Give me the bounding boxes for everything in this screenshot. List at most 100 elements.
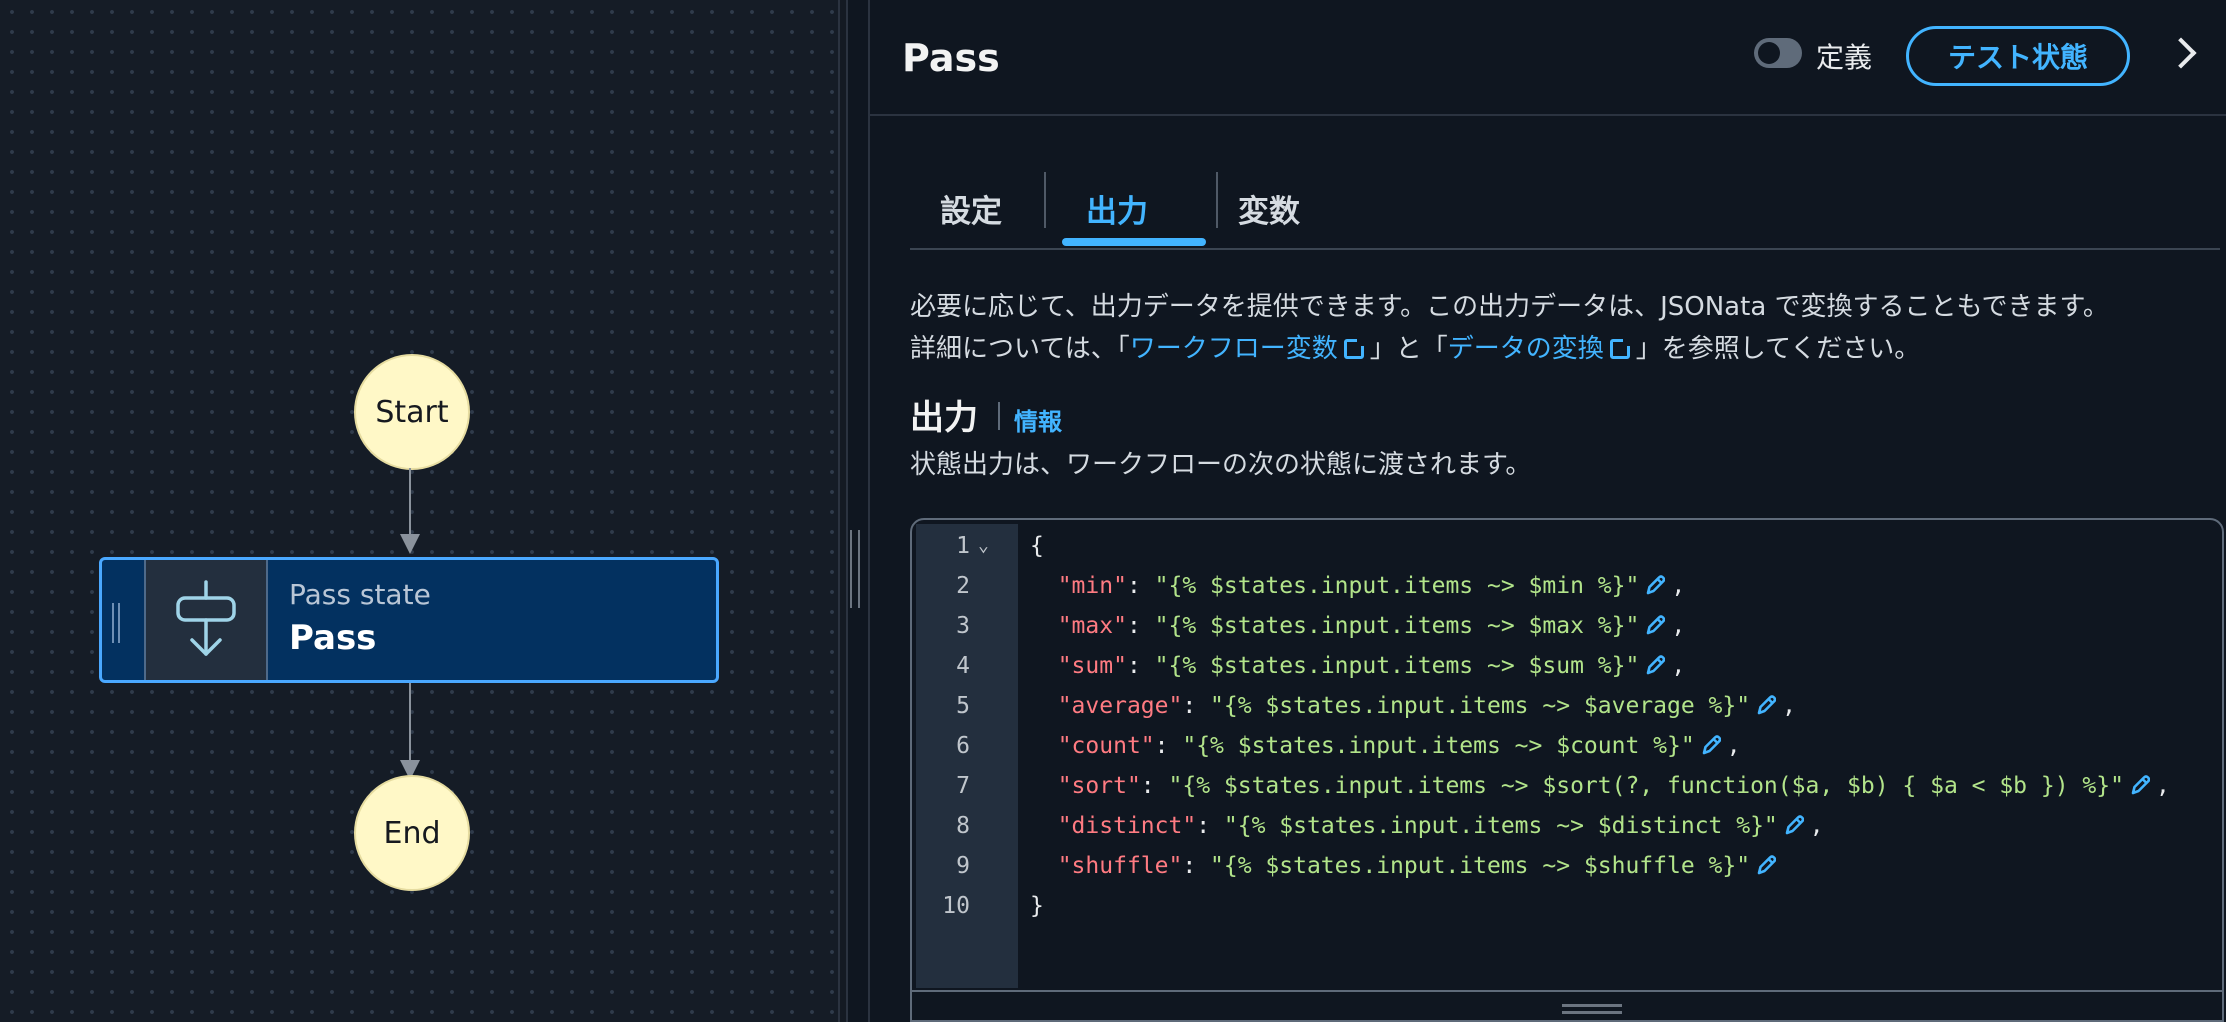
data-transform-link[interactable]: データの変換 bbox=[1448, 334, 1604, 364]
output-section-title: 出力 bbox=[910, 398, 978, 438]
toggle-knob bbox=[1758, 42, 1780, 64]
json-value: "{% $states.input.items ~> $count %}" bbox=[1182, 733, 1695, 759]
description-suffix: 」を参照してください。 bbox=[1635, 334, 1921, 364]
code-line: 4 "sum": "{% $states.input.items ~> $sum… bbox=[912, 646, 2222, 686]
pencil-icon[interactable] bbox=[1784, 809, 1805, 835]
chevron-right-icon[interactable] bbox=[2165, 37, 2197, 69]
json-comma: , bbox=[1671, 653, 1686, 679]
line-number: 4 bbox=[956, 653, 970, 679]
external-link-icon bbox=[1609, 338, 1631, 359]
line-number: 5 bbox=[956, 693, 970, 719]
output-code-editor[interactable]: 1 ⌄ {2 "min": "{% $states.input.items ~> $… bbox=[910, 518, 2224, 1022]
pass-state-node[interactable]: Pass state Pass bbox=[99, 557, 719, 683]
description-prefix: 詳細については、「 bbox=[910, 334, 1130, 364]
pencil-icon[interactable] bbox=[1701, 729, 1721, 755]
line-number: 3 bbox=[956, 613, 970, 639]
json-value: "{% $states.input.items ~> $shuffle %}" bbox=[1210, 853, 1751, 879]
json-key: "distinct" bbox=[1057, 813, 1197, 839]
drag-handle[interactable] bbox=[112, 603, 120, 643]
json-comma: , bbox=[1782, 693, 1796, 719]
open-brace: { bbox=[1030, 533, 1044, 559]
code-content: "sort": "{% $states.input.items ~> $sort… bbox=[1030, 766, 2170, 806]
tab-bar: 設定 出力 変数 bbox=[910, 170, 2220, 250]
start-node-label: Start bbox=[375, 394, 449, 430]
json-value: "{% $states.input.items ~> $average %}" bbox=[1210, 693, 1751, 719]
start-node[interactable]: Start bbox=[354, 354, 470, 470]
json-value: "{% $states.input.items ~> $distinct %}" bbox=[1223, 813, 1778, 839]
json-value: "{% $states.input.items ~> $sum %}" bbox=[1154, 653, 1640, 679]
end-node[interactable]: End bbox=[354, 775, 470, 891]
arrowhead-icon bbox=[400, 534, 420, 554]
json-key: "count" bbox=[1057, 733, 1155, 759]
definition-toggle-label: 定義 bbox=[1816, 41, 1873, 74]
json-comma: , bbox=[1671, 613, 1686, 639]
json-key: "average" bbox=[1057, 693, 1183, 719]
json-key: "min" bbox=[1057, 573, 1127, 599]
panel-splitter-handle[interactable] bbox=[850, 530, 860, 608]
code-content: "min": "{% $states.input.items ~> $min %… bbox=[1030, 566, 1685, 606]
pencil-icon[interactable] bbox=[2130, 769, 2151, 795]
code-line: 1 ⌄ { bbox=[912, 526, 2222, 566]
line-number: 2 bbox=[956, 573, 970, 599]
line-number: 1 bbox=[956, 533, 970, 559]
code-content: { bbox=[1030, 526, 1044, 566]
code-line: 8 "distinct": "{% $states.input.items ~>… bbox=[912, 806, 2222, 846]
line-number: 6 bbox=[956, 733, 970, 759]
description-mid: 」と「 bbox=[1369, 334, 1448, 364]
edge-pass-to-end bbox=[409, 683, 411, 765]
pencil-icon[interactable] bbox=[1645, 609, 1666, 635]
panel-title: Pass bbox=[902, 36, 1000, 80]
json-comma: , bbox=[1671, 573, 1686, 599]
tab-divider bbox=[1044, 172, 1046, 228]
code-line: 2 "min": "{% $states.input.items ~> $min… bbox=[912, 566, 2222, 606]
json-comma: , bbox=[2155, 773, 2170, 799]
section-divider bbox=[998, 402, 1000, 430]
description-line-2: 詳細については、「ワークフロー変数 」と「データの変換 」を参照してください。 bbox=[910, 328, 2220, 370]
json-comma: , bbox=[1809, 813, 1824, 839]
pencil-icon[interactable] bbox=[1756, 849, 1777, 875]
json-key: "shuffle" bbox=[1057, 853, 1183, 879]
code-line: 7 "sort": "{% $states.input.items ~> $so… bbox=[912, 766, 2222, 806]
editor-resize-handle[interactable] bbox=[1562, 1004, 1622, 1014]
output-description: 必要に応じて、出力データを提供できます。この出力データは、JSONata で変換… bbox=[910, 286, 2220, 370]
test-state-button[interactable]: テスト状態 bbox=[1906, 26, 2130, 86]
close-brace: } bbox=[1030, 893, 1044, 919]
line-number: 8 bbox=[956, 813, 970, 839]
json-key: "max" bbox=[1057, 613, 1127, 639]
workflow-canvas[interactable]: Start Pass state Pass End bbox=[0, 0, 838, 1022]
pencil-icon[interactable] bbox=[1756, 689, 1777, 715]
active-tab-indicator bbox=[1062, 238, 1206, 246]
canvas-border bbox=[838, 0, 848, 1022]
line-number: 9 bbox=[956, 853, 970, 879]
code-content: "average": "{% $states.input.items ~> $a… bbox=[1030, 686, 1796, 726]
fold-chevron-icon: ⌄ bbox=[978, 535, 989, 556]
info-link[interactable]: 情報 bbox=[1014, 402, 1062, 437]
pencil-icon[interactable] bbox=[1645, 569, 1666, 595]
code-content: "distinct": "{% $states.input.items ~> $… bbox=[1030, 806, 1824, 846]
tab-output[interactable]: 出力 bbox=[1086, 180, 1148, 236]
code-line: 10} bbox=[912, 886, 2222, 926]
code-line: 6 "count": "{% $states.input.items ~> $c… bbox=[912, 726, 2222, 766]
panel-header: Pass 定義 テスト状態 bbox=[870, 0, 2226, 116]
code-content: "count": "{% $states.input.items ~> $cou… bbox=[1030, 726, 1741, 766]
tab-settings[interactable]: 設定 bbox=[940, 180, 1002, 236]
pass-state-icon bbox=[144, 560, 268, 680]
tab-variables[interactable]: 変数 bbox=[1238, 180, 1300, 236]
json-comma: , bbox=[1726, 733, 1741, 759]
workflow-variables-link[interactable]: ワークフロー変数 bbox=[1130, 334, 1338, 364]
pencil-icon[interactable] bbox=[1645, 649, 1666, 675]
state-name-label: Pass bbox=[289, 618, 377, 658]
description-line-1: 必要に応じて、出力データを提供できます。この出力データは、JSONata で変換… bbox=[910, 292, 2109, 322]
code-content: } bbox=[1030, 886, 1044, 926]
json-key: "sort" bbox=[1057, 773, 1141, 799]
state-type-label: Pass state bbox=[289, 578, 431, 611]
code-line: 5 "average": "{% $states.input.items ~> … bbox=[912, 686, 2222, 726]
json-value: "{% $states.input.items ~> $sort(?, func… bbox=[1168, 773, 2124, 799]
code-line: 3 "max": "{% $states.input.items ~> $max… bbox=[912, 606, 2222, 646]
definition-toggle[interactable] bbox=[1754, 38, 1802, 68]
editor-footer bbox=[912, 990, 2222, 1020]
code-content: "sum": "{% $states.input.items ~> $sum %… bbox=[1030, 646, 1685, 686]
code-content: "max": "{% $states.input.items ~> $max %… bbox=[1030, 606, 1685, 646]
line-number: 10 bbox=[942, 893, 970, 919]
edge-start-to-pass bbox=[409, 468, 411, 536]
